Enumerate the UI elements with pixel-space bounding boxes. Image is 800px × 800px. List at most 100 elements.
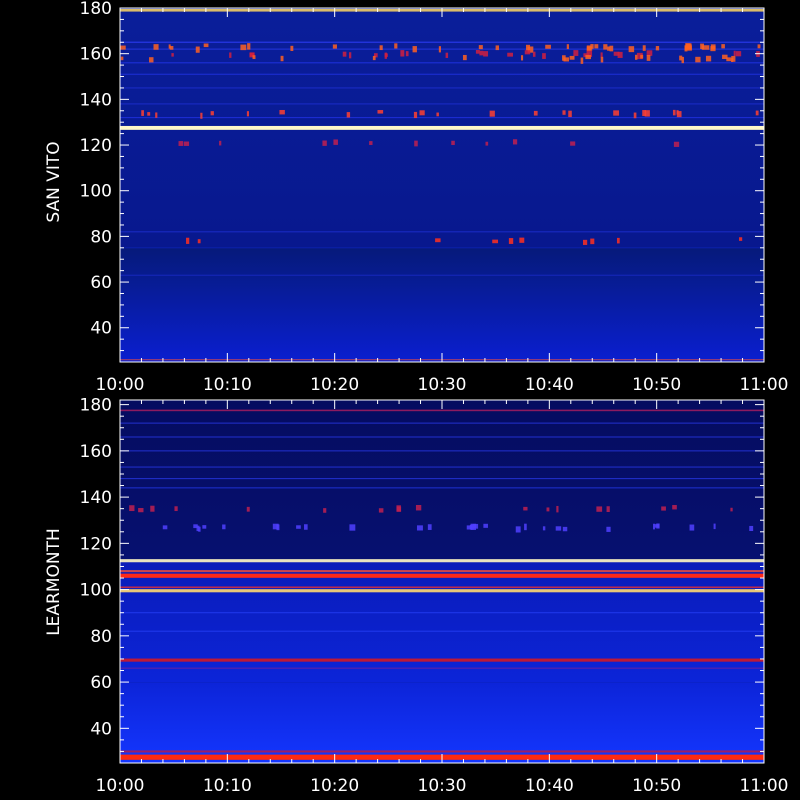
burst-mark	[445, 52, 449, 58]
y-tick-label: 120	[80, 136, 112, 156]
burst-mark	[673, 141, 680, 147]
burst-mark	[427, 524, 432, 530]
burst-mark	[590, 44, 594, 49]
x-tick-label: 10:50	[632, 375, 681, 395]
burst-mark	[507, 52, 514, 57]
burst-mark	[483, 523, 488, 528]
burst-mark	[349, 524, 356, 531]
burst-mark	[532, 51, 536, 57]
emission-line	[120, 231, 764, 233]
background-band	[120, 247, 764, 362]
burst-mark	[633, 112, 637, 119]
burst-mark	[247, 43, 251, 50]
emission-line	[120, 466, 764, 468]
burst-mark	[512, 139, 518, 145]
y-tick-label: 100	[80, 182, 112, 202]
burst-mark	[138, 508, 144, 513]
burst-mark	[416, 525, 423, 531]
burst-mark	[609, 45, 614, 52]
burst-mark	[147, 112, 151, 116]
burst-mark	[290, 45, 294, 52]
emission-line	[120, 117, 764, 119]
burst-mark	[304, 524, 308, 530]
burst-mark	[435, 238, 441, 243]
burst-mark	[533, 110, 538, 116]
san-vito-ylabel: SAN VITO	[44, 141, 64, 222]
burst-mark	[394, 43, 398, 49]
burst-mark	[120, 45, 126, 50]
x-tick-label: 10:30	[418, 375, 467, 395]
burst-mark	[203, 43, 209, 48]
emission-line	[120, 247, 764, 249]
burst-mark	[642, 45, 646, 51]
emission-line	[120, 103, 764, 105]
burst-mark	[479, 50, 484, 56]
burst-mark	[197, 239, 201, 244]
y-tick-label: 140	[80, 90, 112, 110]
burst-mark	[196, 525, 200, 532]
burst-mark	[492, 239, 499, 244]
x-tick-label: 10:40	[525, 776, 574, 796]
burst-mark	[348, 52, 352, 59]
burst-mark	[672, 505, 677, 510]
emission-line	[120, 630, 764, 632]
burst-mark	[178, 141, 184, 146]
emission-line	[120, 573, 764, 578]
burst-mark	[562, 526, 568, 532]
burst-mark	[438, 46, 441, 53]
spectrogram-figure: 40608010012014016018010:00 10:10 10:20 10:3…	[0, 0, 800, 800]
burst-mark	[755, 110, 759, 116]
burst-mark	[379, 45, 383, 51]
burst-mark	[252, 55, 256, 60]
burst-mark	[372, 55, 376, 61]
burst-mark	[542, 53, 546, 59]
burst-mark	[405, 51, 409, 57]
burst-mark	[585, 55, 591, 60]
burst-mark	[545, 44, 551, 49]
burst-mark	[735, 51, 742, 57]
y-tick-label: 140	[80, 488, 112, 508]
emission-line	[120, 658, 764, 662]
burst-mark	[202, 525, 207, 529]
burst-mark	[757, 44, 761, 49]
burst-mark	[580, 57, 584, 64]
burst-mark	[672, 109, 676, 116]
emission-line	[120, 487, 764, 489]
burst-mark	[478, 45, 483, 50]
learmonth-panel: 40 60 80 100 120 140 160 180 10:00 10:10 10:20 10:3…	[44, 396, 789, 796]
burst-mark	[603, 44, 608, 50]
burst-mark	[569, 55, 575, 60]
burst-mark	[323, 508, 327, 513]
burst-mark	[689, 524, 695, 531]
burst-mark	[613, 110, 620, 116]
burst-mark	[646, 50, 653, 56]
burst-mark	[396, 505, 401, 512]
burst-mark	[542, 526, 546, 531]
emission-line	[120, 586, 764, 589]
y-tick-label: 60	[90, 273, 112, 293]
burst-mark	[524, 50, 531, 55]
y-tick-label: 180	[80, 0, 112, 19]
burst-mark	[246, 506, 250, 512]
burst-mark	[377, 110, 384, 114]
emission-line	[120, 409, 764, 412]
x-tick-label: 10:00	[96, 776, 145, 796]
burst-mark	[655, 46, 660, 51]
emission-line	[120, 559, 764, 563]
emission-line	[120, 87, 764, 89]
burst-mark	[562, 110, 566, 115]
burst-mark	[700, 43, 704, 49]
x-tick-label: 10:50	[632, 776, 681, 796]
background-band	[120, 400, 764, 560]
san-vito-plot-area	[120, 8, 764, 362]
y-tick-label: 160	[80, 45, 112, 65]
burst-mark	[369, 141, 373, 145]
learmonth-plot-area	[120, 400, 764, 763]
burst-mark	[606, 506, 610, 513]
burst-mark	[240, 44, 247, 51]
burst-mark	[642, 110, 647, 117]
emission-line	[120, 436, 764, 438]
burst-mark	[721, 44, 725, 49]
x-tick-label: 10:30	[418, 776, 467, 796]
burst-mark	[606, 526, 611, 532]
